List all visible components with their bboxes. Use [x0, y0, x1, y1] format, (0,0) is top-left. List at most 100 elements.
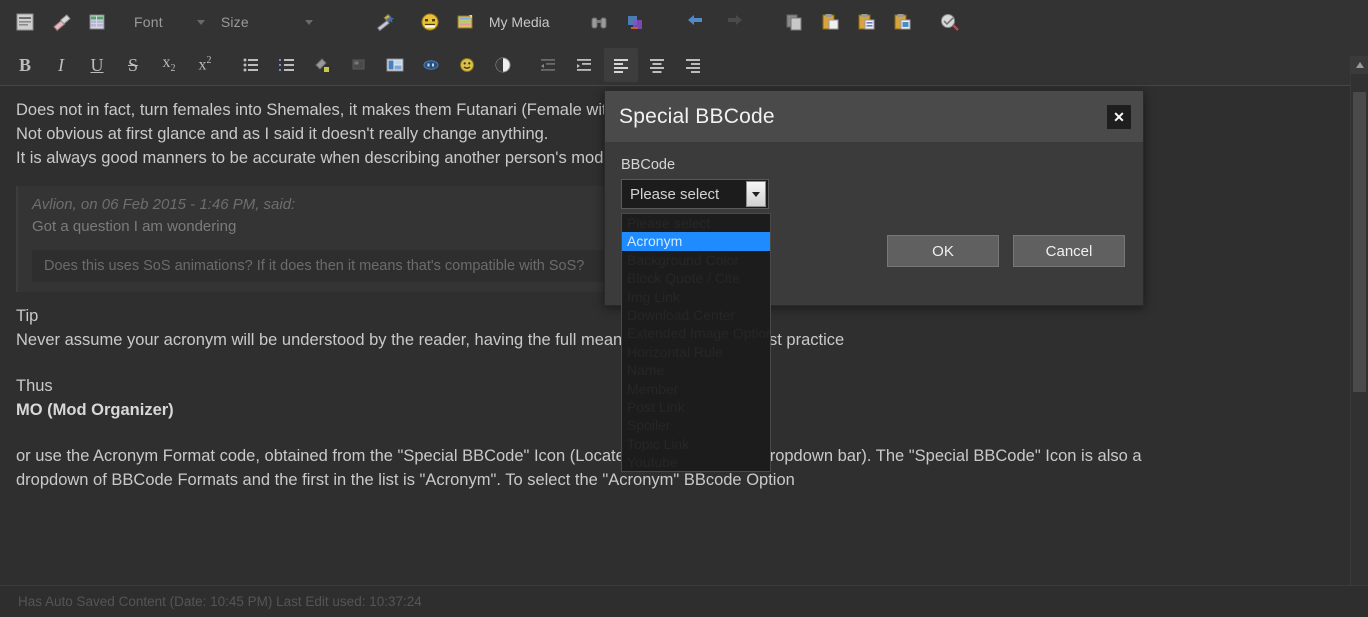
scroll-up-arrow-icon[interactable]: [1351, 56, 1368, 74]
my-media-glyph: [457, 15, 473, 29]
close-icon[interactable]: ✕: [1107, 105, 1131, 129]
scrollbar-thumb[interactable]: [1353, 92, 1366, 392]
source-view-glyph: [16, 13, 34, 31]
text-color-glyph: [495, 57, 511, 72]
eraser-icon[interactable]: [44, 5, 78, 39]
source-view-icon[interactable]: [8, 5, 42, 39]
copy-glyph: [786, 14, 802, 31]
spellcheck-icon[interactable]: [932, 5, 966, 39]
option-item[interactable]: Extended Image Option: [622, 324, 770, 342]
chevron-down-icon: [304, 19, 313, 25]
undo-glyph: [687, 15, 702, 25]
italic-label: I: [58, 54, 64, 75]
align-left-icon[interactable]: [604, 47, 638, 82]
paste-glyph: [822, 14, 839, 30]
option-item[interactable]: Background Color: [622, 251, 770, 269]
special-character-glyph: [352, 59, 365, 69]
numbered-list-icon[interactable]: [270, 48, 304, 82]
option-item[interactable]: Member: [622, 380, 770, 398]
grid-table-icon[interactable]: [80, 5, 114, 39]
smiley-round-glyph: [460, 57, 474, 72]
bullet-list-glyph: [243, 58, 258, 71]
underline-button[interactable]: U: [80, 48, 114, 82]
option-item[interactable]: Horizontal Rule: [622, 343, 770, 361]
align-right-glyph: [686, 58, 700, 73]
option-item[interactable]: Name: [622, 361, 770, 379]
option-item[interactable]: Spoiler: [622, 416, 770, 434]
italic-button[interactable]: I: [44, 48, 78, 82]
insert-image-icon[interactable]: [378, 48, 412, 82]
undo-arrow-icon[interactable]: [680, 5, 714, 39]
ok-button[interactable]: OK: [887, 235, 999, 267]
my-media-label: My Media: [488, 14, 550, 30]
dialog-header: Special BBCode ✕: [605, 91, 1143, 143]
binoculars-glyph: [591, 17, 607, 29]
special-character-icon[interactable]: [342, 48, 376, 82]
option-item[interactable]: Youtube: [622, 453, 770, 471]
option-item[interactable]: Img Link: [622, 288, 770, 306]
bold-label: B: [18, 54, 31, 75]
smiley-icon[interactable]: [413, 5, 447, 39]
outdent-icon[interactable]: [532, 48, 566, 82]
paste-text-icon[interactable]: [850, 5, 884, 39]
vertical-scrollbar[interactable]: [1350, 56, 1368, 617]
superscript-button[interactable]: x2: [188, 48, 222, 82]
status-bar: Has Auto Saved Content (Date: 10:45 PM) …: [0, 585, 1368, 617]
eraser-glyph: [53, 14, 71, 32]
paint-format-glyph: [315, 57, 329, 72]
font-family-value: Font: [134, 14, 163, 30]
quote-bubble-icon[interactable]: [414, 48, 448, 82]
align-center-icon[interactable]: [640, 48, 674, 82]
bold-button[interactable]: B: [8, 48, 42, 82]
underline-label: U: [90, 54, 104, 75]
text-color-icon[interactable]: [486, 48, 520, 82]
redo-arrow-icon[interactable]: [716, 5, 750, 39]
option-item[interactable]: Block Quote / Cite: [622, 269, 770, 287]
binoculars-icon[interactable]: [582, 5, 616, 39]
dialog-body: BBCode Please select Please select Acron…: [605, 143, 1143, 473]
chevron-down-icon[interactable]: [746, 181, 766, 207]
numbered-list-glyph: [279, 58, 294, 71]
strikethrough-button[interactable]: S: [116, 48, 150, 82]
superscript-mark: 2: [206, 54, 212, 66]
option-item[interactable]: Download Center: [622, 306, 770, 324]
option-item[interactable]: Please select: [622, 214, 770, 232]
indent-glyph: [577, 58, 591, 71]
triangle-down-icon: [752, 191, 760, 197]
align-right-icon[interactable]: [676, 48, 710, 82]
align-left-glyph: [614, 58, 628, 73]
align-center-glyph: [650, 58, 664, 73]
font-size-select[interactable]: Size: [213, 9, 321, 35]
dialog-actions: OK Cancel: [887, 235, 1125, 267]
paste-icon[interactable]: [814, 5, 848, 39]
bbcode-field-label: BBCode: [621, 157, 676, 173]
option-item[interactable]: Post Link: [622, 398, 770, 416]
bullet-list-icon[interactable]: [234, 48, 268, 82]
autosave-status-text: Has Auto Saved Content (Date: 10:45 PM) …: [18, 594, 422, 609]
smiley-round-icon[interactable]: [450, 48, 484, 82]
quote-bubble-glyph: [423, 59, 439, 70]
my-media-icon[interactable]: [449, 5, 483, 39]
magic-wand-glyph: [376, 13, 394, 32]
option-item[interactable]: Topic Link: [622, 435, 770, 453]
copy-icon[interactable]: [778, 5, 812, 39]
cancel-button[interactable]: Cancel: [1013, 235, 1125, 267]
paint-format-icon[interactable]: [306, 48, 340, 82]
strikethrough-label: S: [127, 54, 138, 75]
insert-link-icon[interactable]: [618, 5, 652, 39]
bbcode-option-list[interactable]: Please select Acronym Background Color B…: [621, 213, 771, 473]
subscript-button[interactable]: x2: [152, 48, 186, 82]
subscript-mark: 2: [170, 63, 176, 75]
paste-word-glyph: [894, 14, 911, 30]
triangle-up-icon: [1355, 62, 1364, 68]
chevron-down-icon: [196, 19, 205, 25]
bbcode-select[interactable]: Please select: [621, 179, 769, 209]
indent-icon[interactable]: [568, 48, 602, 82]
option-item-selected[interactable]: Acronym: [622, 232, 770, 251]
font-family-select[interactable]: Font: [126, 9, 213, 35]
magic-wand-icon[interactable]: [367, 5, 401, 39]
paste-text-glyph: [858, 14, 875, 30]
table-glyph: [89, 14, 105, 30]
insert-image-glyph: [386, 58, 404, 71]
paste-word-icon[interactable]: [886, 5, 920, 39]
